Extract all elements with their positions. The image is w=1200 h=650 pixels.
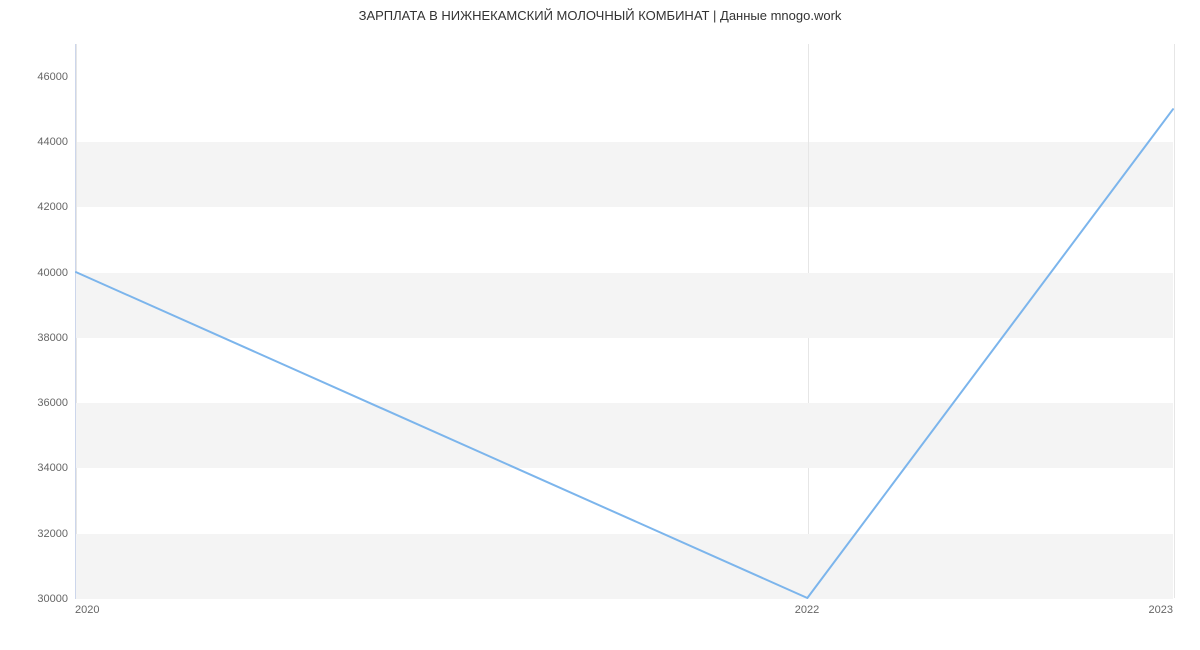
x-tick-label: 2023: [1149, 604, 1173, 616]
chart-title: ЗАРПЛАТА В НИЖНЕКАМСКИЙ МОЛОЧНЫЙ КОМБИНА…: [0, 8, 1200, 23]
line-series: [76, 44, 1173, 598]
x-tick-label: 2020: [75, 604, 99, 616]
y-tick-label: 38000: [8, 332, 68, 344]
y-tick-label: 46000: [8, 71, 68, 83]
plot-area: [75, 44, 1173, 599]
y-tick-label: 40000: [8, 267, 68, 279]
y-tick-label: 44000: [8, 136, 68, 148]
y-tick-label: 42000: [8, 201, 68, 213]
x-gridline: [1174, 44, 1175, 598]
y-tick-label: 36000: [8, 397, 68, 409]
x-tick-label: 2022: [795, 604, 819, 616]
y-tick-label: 34000: [8, 462, 68, 474]
y-tick-label: 32000: [8, 528, 68, 540]
y-tick-label: 30000: [8, 593, 68, 605]
chart-container: ЗАРПЛАТА В НИЖНЕКАМСКИЙ МОЛОЧНЫЙ КОМБИНА…: [0, 0, 1200, 650]
